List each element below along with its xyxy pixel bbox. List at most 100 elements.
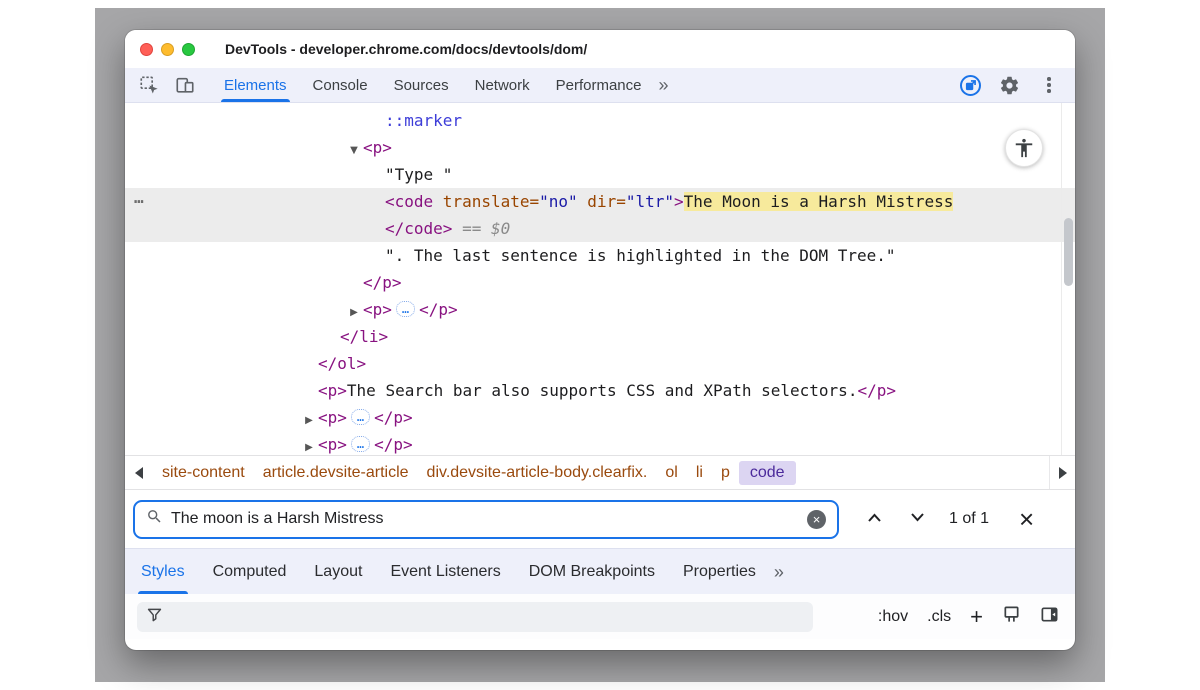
dom-tree-row[interactable]: ▶<p>…</p>: [125, 431, 1075, 455]
breadcrumb-item-li[interactable]: li: [687, 461, 712, 485]
inline-expand-button[interactable]: …: [351, 436, 370, 452]
dom-tree-row[interactable]: "Type ": [125, 161, 1075, 188]
dom-tree-row[interactable]: …<code translate="no" dir="ltr">The Moon…: [125, 188, 1075, 215]
tab-properties[interactable]: Properties: [669, 549, 770, 594]
title-bar: DevTools - developer.chrome.com/docs/dev…: [125, 30, 1075, 68]
expand-arrow-icon[interactable]: ▶: [300, 434, 318, 455]
tab-elements[interactable]: Elements: [211, 68, 300, 102]
clear-search-icon[interactable]: ×: [807, 510, 826, 529]
inline-expand-button[interactable]: …: [396, 301, 415, 317]
styles-toolbar-actions: :hov .cls +: [878, 605, 1059, 629]
toggle-element-state-button[interactable]: :hov: [878, 608, 908, 626]
device-toolbar-icon[interactable]: [173, 73, 197, 97]
dom-tree-row[interactable]: ::marker: [125, 107, 1075, 134]
styles-tabs: StylesComputedLayoutEvent ListenersDOM B…: [127, 549, 770, 594]
breadcrumb-item-p[interactable]: p: [712, 461, 739, 485]
breadcrumb-item-article-devsite-article[interactable]: article.devsite-article: [254, 461, 418, 485]
toggle-class-button[interactable]: .cls: [927, 608, 951, 626]
scrollbar-thumb[interactable]: [1064, 218, 1073, 286]
find-bar: The moon is a Harsh Mistress × 1 of 1 ×: [125, 490, 1075, 548]
open-in-new-icon[interactable]: [960, 75, 981, 96]
previous-match-button[interactable]: [867, 510, 882, 528]
dom-token: "no": [539, 192, 578, 211]
breadcrumb-bar: site-contentarticle.devsite-articlediv.d…: [125, 455, 1075, 490]
dom-tree-row[interactable]: ▶<p>…</p>: [125, 296, 1075, 323]
more-styles-tabs-icon[interactable]: »: [774, 563, 784, 581]
dom-tree-row[interactable]: </code> == $0: [125, 215, 1075, 242]
breadcrumb-item-ol[interactable]: ol: [656, 461, 686, 485]
inspect-icon[interactable]: [137, 73, 161, 97]
dom-tree: ::marker▼<p>"Type "…<code translate="no"…: [125, 107, 1075, 455]
dom-tree-row[interactable]: ▼<p>: [125, 134, 1075, 161]
dom-token: >: [674, 192, 684, 211]
dom-tree-row[interactable]: </li>: [125, 323, 1075, 350]
expand-arrow-icon[interactable]: ▶: [300, 407, 318, 434]
tab-layout[interactable]: Layout: [300, 549, 376, 594]
inline-expand-button[interactable]: …: [351, 409, 370, 425]
breadcrumb-scroll-left-button[interactable]: [125, 456, 153, 489]
zoom-window-button[interactable]: [182, 43, 195, 56]
dom-token: translate=: [433, 192, 539, 211]
breadcrumb-item-div-devsite-article-body-clearfix[interactable]: div.devsite-article-body.clearfix.: [418, 461, 657, 485]
breadcrumb-scroll-right-button[interactable]: [1049, 456, 1075, 489]
dom-token: </li>: [340, 327, 388, 346]
dom-token: "ltr": [626, 192, 674, 211]
more-options-icon[interactable]: [1037, 73, 1061, 97]
window-controls: [140, 43, 195, 56]
close-search-button[interactable]: ×: [1019, 506, 1034, 532]
dom-token: </code>: [385, 219, 452, 238]
dom-token: <p>: [318, 381, 347, 400]
styles-toolbar: :hov .cls +: [125, 594, 1075, 639]
row-menu-icon[interactable]: …: [134, 184, 145, 211]
tab-event-listeners[interactable]: Event Listeners: [376, 549, 514, 594]
tab-network[interactable]: Network: [462, 68, 543, 102]
minimize-window-button[interactable]: [161, 43, 174, 56]
tab-computed[interactable]: Computed: [199, 549, 301, 594]
expand-arrow-icon[interactable]: ▶: [345, 299, 363, 326]
scrollbar-divider: [1061, 103, 1062, 455]
collapse-arrow-icon[interactable]: ▼: [345, 137, 363, 164]
dom-token: dir=: [578, 192, 626, 211]
tab-dom-breakpoints[interactable]: DOM Breakpoints: [515, 549, 669, 594]
more-panels-icon[interactable]: »: [659, 76, 669, 94]
sidebar-toggle-icon[interactable]: [1040, 605, 1059, 629]
dom-tree-panel: ::marker▼<p>"Type "…<code translate="no"…: [125, 103, 1075, 455]
close-window-button[interactable]: [140, 43, 153, 56]
right-triangle-icon: [1059, 467, 1067, 479]
search-highlight: The Moon is a Harsh Mistress: [684, 192, 954, 211]
tab-console[interactable]: Console: [300, 68, 381, 102]
match-navigation: [867, 510, 925, 528]
rendering-emulation-icon[interactable]: [1002, 605, 1021, 629]
toolbar-left-icons: [137, 73, 197, 97]
settings-icon[interactable]: [997, 73, 1021, 97]
dom-tree-row[interactable]: ▶<p>…</p>: [125, 404, 1075, 431]
tab-styles[interactable]: Styles: [127, 549, 199, 594]
dom-tree-row[interactable]: </ol>: [125, 350, 1075, 377]
dom-token: $0: [491, 219, 510, 238]
breadcrumb-item-site-content[interactable]: site-content: [153, 461, 254, 485]
main-toolbar: ElementsConsoleSourcesNetworkPerformance…: [125, 68, 1075, 103]
panel-tab-bar: ElementsConsoleSourcesNetworkPerformance: [211, 68, 655, 102]
tab-performance[interactable]: Performance: [543, 68, 655, 102]
dom-token: "Type ": [385, 165, 452, 184]
window-title: DevTools - developer.chrome.com/docs/dev…: [225, 41, 587, 57]
dom-tree-row[interactable]: ". The last sentence is highlighted in t…: [125, 242, 1075, 269]
dom-tree-row[interactable]: <p>The Search bar also supports CSS and …: [125, 377, 1075, 404]
dom-token: <p>: [318, 408, 347, 427]
breadcrumb-item-code[interactable]: code: [739, 461, 796, 485]
search-input[interactable]: The moon is a Harsh Mistress ×: [133, 500, 839, 539]
dom-token: <p>: [363, 300, 392, 319]
vertical-scrollbar[interactable]: [1063, 103, 1074, 455]
page-background: DevTools - developer.chrome.com/docs/dev…: [0, 0, 1200, 690]
new-style-rule-button[interactable]: +: [970, 606, 983, 628]
styles-filter-input[interactable]: [137, 602, 813, 632]
dom-token: </p>: [363, 273, 402, 292]
toolbar-right-icons: [960, 73, 1061, 97]
accessibility-icon[interactable]: [1005, 129, 1043, 167]
breadcrumb: site-contentarticle.devsite-articlediv.d…: [153, 461, 1049, 485]
dom-token: <p>: [318, 435, 347, 454]
tab-sources[interactable]: Sources: [381, 68, 462, 102]
next-match-button[interactable]: [910, 510, 925, 528]
dom-tree-row[interactable]: </p>: [125, 269, 1075, 296]
dom-token: ::marker: [385, 111, 462, 130]
